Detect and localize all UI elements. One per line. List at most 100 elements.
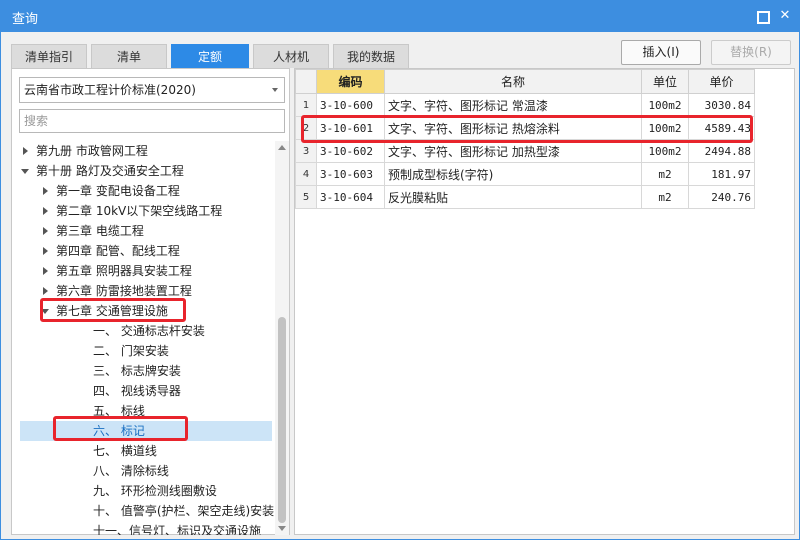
tree-item-label: 九、 环形检测线圈敷设	[93, 484, 217, 498]
tree-item-label: 一、 交通标志杆安装	[93, 324, 205, 338]
tree-item[interactable]: 第四章 配管、配线工程	[20, 241, 272, 261]
tree-item-label: 四、 视线诱导器	[93, 384, 181, 398]
scroll-up-icon[interactable]	[278, 145, 286, 150]
table-row[interactable]: 4 3-10-603 预制成型标线(字符) m2 181.97	[295, 162, 755, 186]
maximize-icon[interactable]	[755, 9, 770, 24]
tree-item-label: 第一章 变配电设备工程	[56, 184, 180, 198]
tree-item-label: 第四章 配管、配线工程	[56, 244, 180, 258]
tree-item-label: 第九册 市政管网工程	[36, 144, 148, 158]
search-input[interactable]	[19, 109, 285, 133]
cell-code: 3-10-603	[316, 162, 385, 186]
table-row[interactable]: 2 3-10-601 文字、字符、图形标记 热熔涂料 100m2 4589.43	[295, 116, 755, 140]
cell-price: 3030.84	[688, 93, 755, 117]
tree-item-label: 三、 标志牌安装	[93, 364, 181, 378]
tree-item[interactable]: 六、 标记	[20, 421, 272, 441]
tree-item-label: 十一、信号灯、标识及交通设施	[93, 524, 262, 535]
row-number: 3	[295, 139, 317, 163]
column-header-price[interactable]: 单价	[688, 69, 755, 94]
table-row[interactable]: 5 3-10-604 反光膜粘贴 m2 240.76	[295, 185, 755, 209]
table-header-row: 编码 名称 单位 单价	[295, 69, 755, 94]
tree-item[interactable]: 第十册 路灯及交通安全工程	[20, 161, 272, 181]
caret-right-icon[interactable]	[40, 181, 50, 201]
cell-price: 181.97	[688, 162, 755, 186]
cell-price: 2494.88	[688, 139, 755, 163]
cell-code: 3-10-600	[316, 93, 385, 117]
tree-item[interactable]: 第五章 照明器具安装工程	[20, 261, 272, 281]
caret-right-icon[interactable]	[40, 281, 50, 301]
tree-scrollbar[interactable]	[275, 141, 289, 535]
title-bar: 查询 ✕	[0, 0, 800, 32]
tab-quota[interactable]: 定额	[171, 44, 249, 68]
standard-select[interactable]: 云南省市政工程计价标准(2020)	[19, 77, 285, 103]
cell-code: 3-10-602	[316, 139, 385, 163]
scroll-thumb[interactable]	[278, 317, 286, 523]
row-number: 4	[295, 162, 317, 186]
tree-item-label: 七、 横道线	[93, 444, 157, 458]
scroll-down-icon[interactable]	[278, 526, 286, 531]
cell-price: 4589.43	[688, 116, 755, 140]
tree-item[interactable]: 第二章 10kV以下架空线路工程	[20, 201, 272, 221]
tree-item[interactable]: 一、 交通标志杆安装	[20, 321, 272, 341]
tree-item-label: 第七章 交通管理设施	[56, 304, 168, 318]
cell-unit: 100m2	[641, 139, 689, 163]
tree-item[interactable]: 第一章 变配电设备工程	[20, 181, 272, 201]
tree-item[interactable]: 十、 值警亭(护栏、架空走线)安装	[20, 501, 274, 521]
tree-item[interactable]: 二、 门架安装	[20, 341, 272, 361]
insert-button[interactable]: 插入(I)	[621, 40, 701, 65]
tree-item[interactable]: 三、 标志牌安装	[20, 361, 272, 381]
caret-down-icon[interactable]	[20, 161, 30, 181]
caret-right-icon[interactable]	[20, 141, 30, 161]
row-number: 2	[295, 116, 317, 140]
tree-item[interactable]: 第六章 防雷接地装置工程	[20, 281, 272, 301]
tab-labor-material-machine[interactable]: 人材机	[253, 44, 329, 68]
tree-item[interactable]: 八、 清除标线	[20, 461, 272, 481]
close-icon[interactable]: ✕	[778, 9, 792, 23]
tree-item-label: 五、 标线	[93, 404, 145, 418]
column-header-code[interactable]: 编码	[316, 69, 385, 94]
tree-item-label: 六、 标记	[93, 424, 145, 438]
tree-item-label: 第六章 防雷接地装置工程	[56, 284, 192, 298]
caret-right-icon[interactable]	[40, 241, 50, 261]
quota-table: 编码 名称 单位 单价 1 3-10-600 文字、字符、图形标记 常温漆 100m2…	[295, 69, 755, 209]
results-panel: 编码 名称 单位 单价 1 3-10-600 文字、字符、图形标记 常温漆 100m2…	[294, 68, 795, 535]
cell-unit: 100m2	[641, 116, 689, 140]
cell-name: 文字、字符、图形标记 常温漆	[384, 93, 642, 117]
column-header-name[interactable]: 名称	[384, 69, 642, 94]
tree-item[interactable]: 十一、信号灯、标识及交通设施	[20, 521, 272, 535]
table-row[interactable]: 1 3-10-600 文字、字符、图形标记 常温漆 100m2 3030.84	[295, 93, 755, 117]
category-tree: 第九册 市政管网工程第十册 路灯及交通安全工程第一章 变配电设备工程第二章 10…	[12, 141, 274, 535]
tab-bill[interactable]: 清单	[91, 44, 167, 68]
table-row[interactable]: 3 3-10-602 文字、字符、图形标记 加热型漆 100m2 2494.88	[295, 139, 755, 163]
tree-item[interactable]: 四、 视线诱导器	[20, 381, 272, 401]
tree-item-label: 第二章 10kV以下架空线路工程	[56, 204, 223, 218]
cell-name: 文字、字符、图形标记 加热型漆	[384, 139, 642, 163]
tree-item[interactable]: 五、 标线	[20, 401, 272, 421]
window-body: 清单指引 清单 定额 人材机 我的数据 插入(I) 替换(R) 云南省市政工程计…	[0, 32, 800, 540]
cell-code: 3-10-604	[316, 185, 385, 209]
tree-item[interactable]: 第九册 市政管网工程	[20, 141, 272, 161]
tree-item-label: 二、 门架安装	[93, 344, 169, 358]
tree-item-label: 第五章 照明器具安装工程	[56, 264, 192, 278]
cell-unit: m2	[641, 185, 689, 209]
cell-name: 文字、字符、图形标记 热熔涂料	[384, 116, 642, 140]
cell-price: 240.76	[688, 185, 755, 209]
tab-my-data[interactable]: 我的数据	[333, 44, 409, 68]
cell-code: 3-10-601	[316, 116, 385, 140]
row-number-header	[295, 69, 317, 94]
replace-button[interactable]: 替换(R)	[711, 40, 791, 65]
caret-down-icon[interactable]	[40, 301, 50, 321]
caret-right-icon[interactable]	[40, 221, 50, 241]
tree-item-label: 十、 值警亭(护栏、架空走线)安装	[93, 504, 274, 518]
tree-item-label: 第三章 电缆工程	[56, 224, 144, 238]
caret-right-icon[interactable]	[40, 201, 50, 221]
quota-table-body: 1 3-10-600 文字、字符、图形标记 常温漆 100m2 3030.84 2 3-10…	[295, 93, 755, 209]
tree-item[interactable]: 七、 横道线	[20, 441, 272, 461]
tree-item[interactable]: 九、 环形检测线圈敷设	[20, 481, 272, 501]
chevron-down-icon	[272, 88, 278, 92]
tab-bill-guide[interactable]: 清单指引	[11, 44, 87, 68]
tree-item[interactable]: 第三章 电缆工程	[20, 221, 272, 241]
tree-item[interactable]: 第七章 交通管理设施	[20, 301, 272, 321]
column-header-unit[interactable]: 单位	[641, 69, 689, 94]
cell-unit: 100m2	[641, 93, 689, 117]
caret-right-icon[interactable]	[40, 261, 50, 281]
